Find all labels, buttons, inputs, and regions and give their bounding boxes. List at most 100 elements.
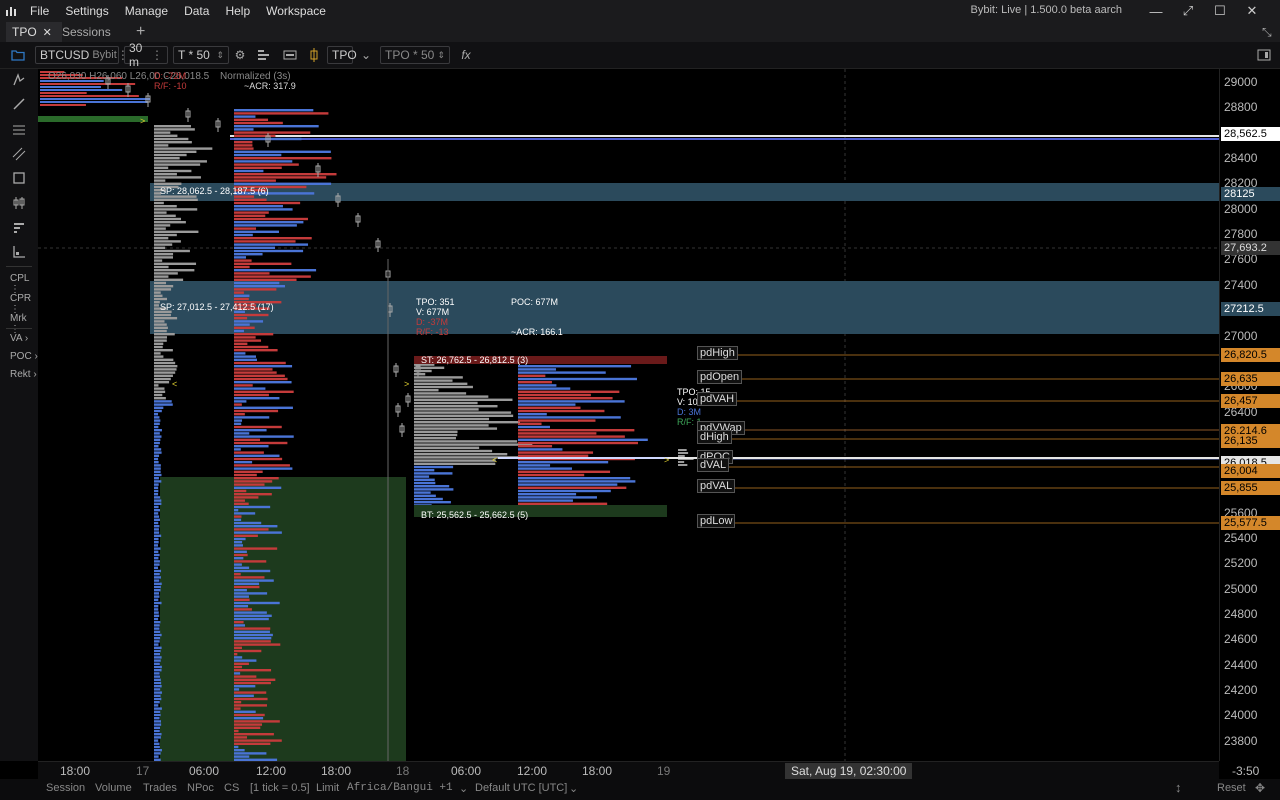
vertical-resize-icon[interactable]: ↕ <box>1175 780 1182 795</box>
tpo-profile-row <box>154 576 161 579</box>
menu-settings[interactable]: Settings <box>57 4 116 18</box>
stepper-icon[interactable]: ⇕ <box>437 50 445 61</box>
utc-selector[interactable]: Default UTC [UTC] <box>475 782 567 794</box>
volume-profile-row <box>234 537 246 541</box>
tpo-profile-row <box>154 227 166 230</box>
price-axis[interactable]: 29000 28800 28400 28200 28000 27800 27600 27400… <box>1219 69 1280 778</box>
trades-toggle[interactable]: Trades <box>143 782 177 794</box>
folder-icon[interactable] <box>10 47 26 63</box>
menu-file[interactable]: File <box>22 4 57 18</box>
tpo-profile-row <box>414 437 456 440</box>
volume-profile-row <box>518 454 589 457</box>
profile-tool-icon[interactable] <box>10 219 28 237</box>
trendline-tool-icon[interactable] <box>10 95 28 113</box>
sidebar-item-cpl[interactable]: CPL ⋮ <box>10 273 38 295</box>
symbol-selector[interactable]: BTCUSD Bybit ⋮ <box>35 46 129 64</box>
minimize-icon[interactable]: — <box>1140 0 1172 22</box>
tpo-size-label: TPO * 50 <box>385 48 435 62</box>
tpo-profile-row <box>154 384 159 387</box>
tpo-chart-canvas[interactable]: > < > < > O26,030 H26,060 L26,00 C26,018.5 N… <box>38 69 1219 761</box>
crosshair-tool-icon[interactable] <box>10 71 28 89</box>
sidebar-item-rekt[interactable]: Rekt › <box>10 369 37 380</box>
volume-profile-row <box>234 198 267 201</box>
channel-tool-icon[interactable] <box>10 145 28 163</box>
volume-toggle[interactable]: Volume <box>95 782 132 794</box>
volume-profile-row <box>234 707 241 710</box>
function-icon[interactable]: fx <box>458 47 474 63</box>
volume-profile-row <box>234 179 276 182</box>
chevron-down-icon[interactable]: ⌄ <box>358 47 374 63</box>
keyboard-icon[interactable] <box>282 47 298 63</box>
session-toggle[interactable]: Session <box>46 782 85 794</box>
tpo-profile-row <box>154 547 161 550</box>
measure-tool-icon[interactable] <box>10 243 28 261</box>
volume-profile-row <box>234 608 252 611</box>
menu-workspace[interactable]: Workspace <box>258 4 334 18</box>
move-icon[interactable]: ✥ <box>1255 781 1265 795</box>
expand-icon[interactable]: ⤢ <box>1172 0 1204 22</box>
tpo-size-stepper[interactable]: TPO * 50 ⇕ <box>380 46 450 64</box>
add-tab-icon[interactable]: + <box>130 22 151 42</box>
candles-tool-icon[interactable] <box>10 194 28 212</box>
chart-type-selector[interactable]: TPO <box>327 46 357 64</box>
tpo-profile-row <box>154 141 192 144</box>
timeframe-selector[interactable]: 30 m ⋮ <box>124 41 168 69</box>
tpo-profile-row <box>154 358 174 361</box>
volume-stat: V: 677M <box>416 307 450 317</box>
tpo-profile-row <box>154 544 159 547</box>
volume-profile-row <box>234 365 293 368</box>
rectangle-tool-icon[interactable] <box>10 169 28 187</box>
volume-profile-row <box>234 473 257 477</box>
parallel-lines-tool-icon[interactable] <box>10 120 28 138</box>
time-axis[interactable]: 18:00 17 06:00 12:00 18:00 18 06:00 12:0… <box>38 761 1219 780</box>
volume-profile-row <box>518 425 550 429</box>
tab-tpo[interactable]: TPO ✕ <box>6 22 62 42</box>
tab-sessions[interactable]: Sessions <box>56 22 117 42</box>
menu-help[interactable]: Help <box>217 4 258 18</box>
price-label: 25000 <box>1224 582 1258 596</box>
volume-profile-row <box>234 681 271 685</box>
tpo-profile-row <box>154 480 162 483</box>
volume-profile-row <box>234 435 294 438</box>
cpl-label: CPL <box>10 273 30 284</box>
volume-profile-row <box>234 109 314 112</box>
tpo-profile-row <box>154 301 160 304</box>
gear-icon[interactable]: ⚙ <box>232 47 248 63</box>
volume-profile-row <box>234 445 269 448</box>
volume-profile-row <box>234 493 272 496</box>
reset-button[interactable]: Reset <box>1217 782 1246 794</box>
chevron-down-icon[interactable]: ⌄ <box>569 782 578 795</box>
tpo-profile-row <box>414 398 513 401</box>
sidebar-item-va[interactable]: VA › <box>10 333 28 344</box>
tpo-profile-row <box>154 592 160 595</box>
order-type-selector[interactable]: Limit <box>316 782 339 794</box>
volume-profile-row <box>234 352 246 355</box>
window-title: Bybit: Live | 1.500.0 beta aarch <box>970 4 1122 16</box>
menu-manage[interactable]: Manage <box>117 4 176 18</box>
menu-data[interactable]: Data <box>176 4 217 18</box>
volume-profile-row <box>234 336 256 339</box>
sidebar-item-mrk[interactable]: Mrk ⋮ <box>10 313 38 335</box>
close-window-icon[interactable]: ✕ <box>1236 0 1268 22</box>
sidebar-item-poc[interactable]: POC › <box>10 351 38 362</box>
panel-icon[interactable] <box>1256 47 1272 63</box>
collapse-icon[interactable]: ⤡ <box>1256 22 1278 42</box>
tpo-profile-row <box>154 432 160 435</box>
sidebar-item-cpr[interactable]: CPR ⋮ <box>10 293 38 315</box>
tpo-profile-row <box>154 461 159 464</box>
tpo-profile-row <box>678 449 687 451</box>
cs-toggle[interactable]: CS <box>224 782 239 794</box>
tpo-profile-row <box>154 601 162 605</box>
chevron-down-icon[interactable]: ⌄ <box>459 782 468 795</box>
timezone-selector[interactable]: Africa/Bangui +1 <box>347 782 453 794</box>
close-tab-icon[interactable]: ✕ <box>43 26 52 39</box>
align-icon[interactable] <box>256 47 272 63</box>
tpo-profile-row <box>154 710 161 713</box>
candle-icon[interactable] <box>306 47 322 63</box>
tick-stepper[interactable]: T * 50 ⇕ <box>173 46 229 64</box>
maximize-icon[interactable]: ☐ <box>1204 0 1236 22</box>
volume-profile-row <box>234 685 256 688</box>
stepper-icon[interactable]: ⇕ <box>216 50 224 61</box>
green-level-marker <box>38 116 148 122</box>
npoc-toggle[interactable]: NPoc <box>187 782 214 794</box>
